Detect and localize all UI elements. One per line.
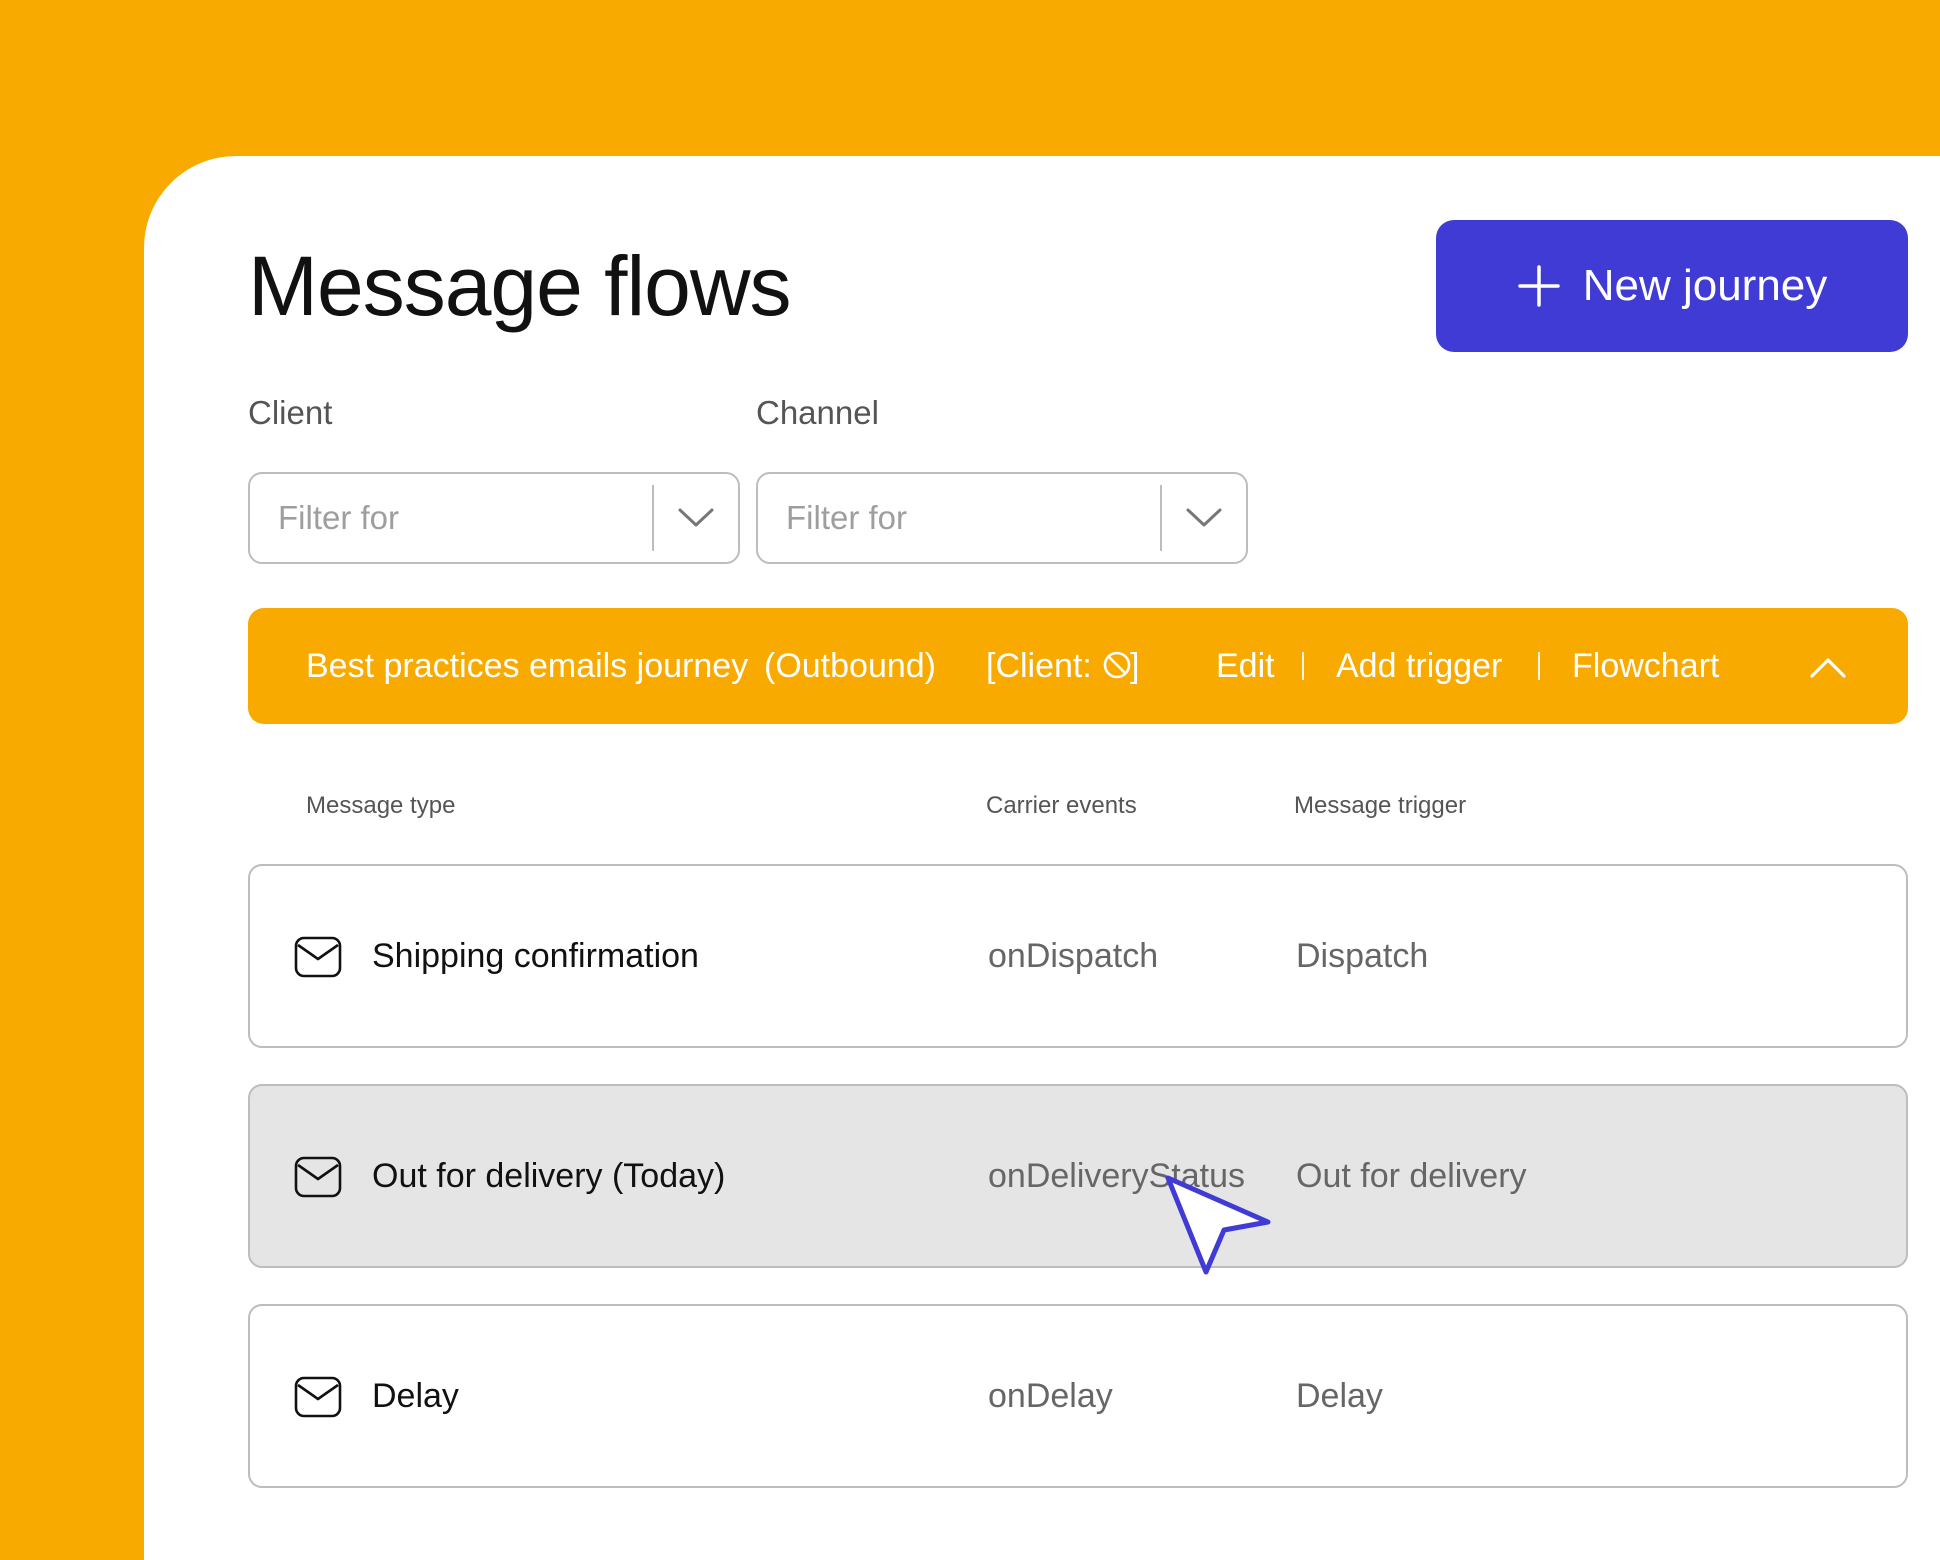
edit-journey-link[interactable]: Edit [1216, 608, 1275, 724]
new-journey-button[interactable]: New journey [1436, 220, 1908, 352]
header-message-trigger: Message trigger [1294, 792, 1467, 819]
table-row[interactable]: Delay onDelay Delay [248, 1304, 1908, 1488]
journey-banner: Best practices emails journey (Outbound)… [248, 608, 1908, 724]
journey-name: Best practices emails journey [306, 647, 749, 685]
message-trigger: Delay [1296, 1377, 1383, 1415]
mouse-cursor-icon [1162, 1172, 1282, 1297]
no-client-icon [1100, 648, 1134, 691]
journey-direction: (Outbound) [764, 647, 936, 685]
channel-filter-placeholder: Filter for [786, 499, 908, 536]
flowchart-link[interactable]: Flowchart [1572, 608, 1719, 724]
table-row[interactable]: Out for delivery (Today) onDeliveryStatu… [248, 1084, 1908, 1268]
envelope-icon [294, 1156, 342, 1203]
envelope-icon [294, 936, 342, 983]
page-title: Message flows [248, 239, 792, 333]
header-carrier-events: Carrier events [986, 792, 1137, 819]
client-filter-placeholder: Filter for [278, 499, 400, 536]
action-divider [1538, 652, 1540, 680]
client-filter-label: Client [248, 394, 333, 431]
channel-filter-select[interactable]: Filter for [756, 472, 1248, 564]
channel-filter-label: Channel [756, 394, 879, 431]
chevron-down-icon[interactable] [1162, 507, 1246, 529]
chevron-up-icon[interactable] [1808, 648, 1848, 693]
table-row[interactable]: Shipping confirmation onDispatch Dispatc… [248, 864, 1908, 1048]
new-journey-label: New journey [1582, 261, 1828, 310]
envelope-icon [294, 1376, 342, 1423]
action-divider [1302, 652, 1304, 680]
plus-icon [1517, 264, 1561, 308]
carrier-event: onDelay [988, 1377, 1113, 1415]
header-message-type: Message type [306, 792, 456, 819]
chevron-down-icon[interactable] [654, 507, 738, 529]
journey-client-prefix: [Client: [986, 647, 1092, 685]
message-type: Shipping confirmation [372, 937, 699, 975]
message-trigger: Dispatch [1296, 937, 1429, 975]
add-trigger-link[interactable]: Add trigger [1336, 608, 1502, 724]
journey-client-suffix: ] [1130, 647, 1140, 685]
message-type: Out for delivery (Today) [372, 1157, 726, 1195]
client-filter-select[interactable]: Filter for [248, 472, 740, 564]
carrier-event: onDispatch [988, 937, 1159, 975]
message-trigger: Out for delivery [1296, 1157, 1527, 1195]
message-type: Delay [372, 1377, 459, 1415]
